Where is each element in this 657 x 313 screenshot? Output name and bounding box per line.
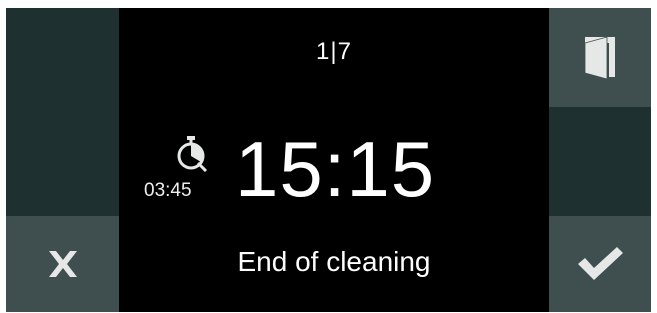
- right-button-column: [549, 8, 651, 312]
- door-button[interactable]: [549, 8, 651, 107]
- program-step-indicator: 1|7: [316, 38, 352, 65]
- left-top-panel: [6, 8, 119, 107]
- checkmark-icon: [578, 247, 623, 280]
- timer-icon: [177, 136, 208, 172]
- confirm-button[interactable]: [549, 216, 651, 312]
- cancel-button[interactable]: [6, 216, 119, 312]
- main-display-area: 1|7 03:45 15:15 End of cleaning: [119, 8, 549, 312]
- status-text: End of cleaning: [237, 246, 431, 277]
- end-time: 15:15: [235, 125, 436, 213]
- right-middle-panel: [549, 107, 651, 216]
- time-row: 03:45 15:15: [119, 124, 549, 214]
- door-icon: [584, 35, 615, 80]
- close-icon: [48, 251, 77, 277]
- duration-label: 03:45: [144, 180, 192, 201]
- left-button-column: [6, 8, 119, 312]
- left-middle-panel: [6, 107, 119, 216]
- appliance-display: 1|7 03:45 15:15 End of cleaning: [6, 8, 651, 312]
